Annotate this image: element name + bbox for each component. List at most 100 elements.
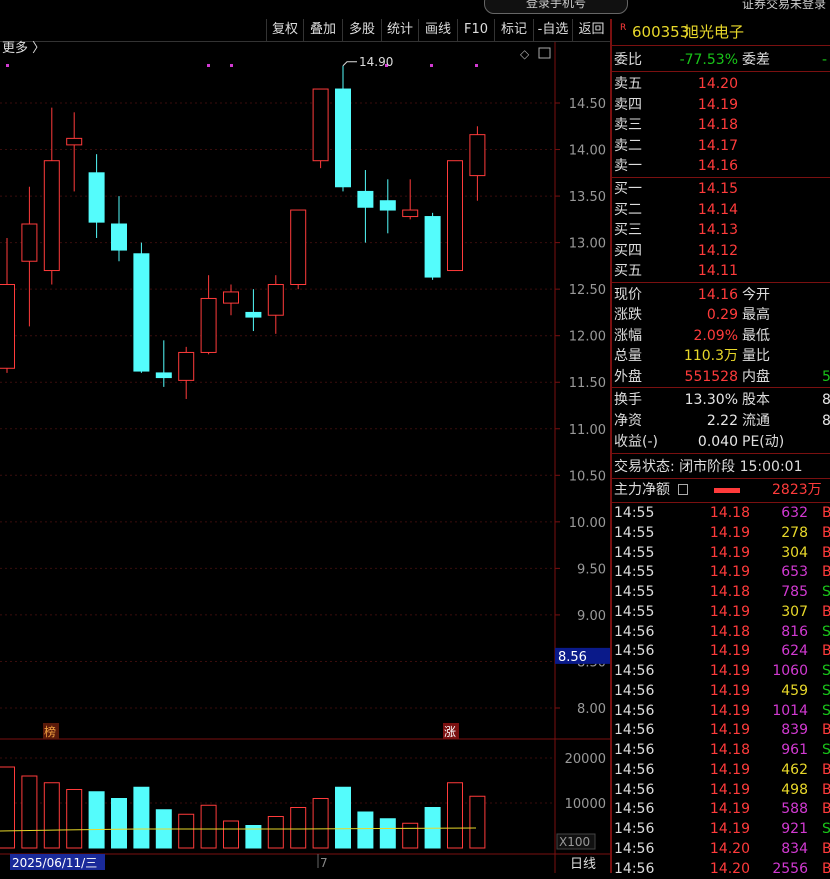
tick-price: 14.19 <box>698 702 750 722</box>
separator <box>612 45 830 46</box>
stat-row: 涨跌0.29最高 <box>612 305 830 325</box>
stat-row: 总量110.3万量比 <box>612 346 830 366</box>
candle-body <box>470 135 485 176</box>
candle-body <box>156 373 171 378</box>
tick-volume: 307 <box>760 603 808 623</box>
draw-line-button[interactable]: 画线 <box>418 19 457 41</box>
tick-side: B <box>822 840 830 860</box>
tick-side: S <box>822 623 830 643</box>
period-daily-button[interactable]: 日线 <box>570 857 596 872</box>
mark-button[interactable]: 标记 <box>494 19 533 41</box>
r-flag: R <box>620 17 626 39</box>
tick-volume: 839 <box>760 721 808 741</box>
volume-bar <box>179 814 194 848</box>
ask-level-price: 14.18 <box>698 115 738 135</box>
tick-time: 14:56 <box>614 820 654 840</box>
ask-level-label: 卖二 <box>614 136 642 156</box>
volume-bar <box>0 767 15 848</box>
stat-value: 0.040 <box>698 432 738 452</box>
tick-volume: 816 <box>760 623 808 643</box>
tick-price: 14.19 <box>698 820 750 840</box>
tick-row: 14:5614.19462B <box>612 761 830 781</box>
bid-level-row: 买四14.12 <box>612 241 830 261</box>
separator <box>612 71 830 72</box>
tick-time: 14:56 <box>614 860 654 879</box>
stat-value: 2.09% <box>694 326 738 346</box>
tick-side: B <box>822 524 830 544</box>
tick-side: S <box>822 583 830 603</box>
tick-time: 14:55 <box>614 563 654 583</box>
stat-row: 换手13.30%股本8 <box>612 390 830 410</box>
f10-button[interactable]: F10 <box>457 19 494 41</box>
stat-label: 现价 <box>614 285 642 305</box>
bid-level-price: 14.11 <box>698 261 738 281</box>
ask-level-row: 卖五14.20 <box>612 74 830 94</box>
flow-bar <box>714 488 740 493</box>
price-tick-label: 12.50 <box>569 283 606 298</box>
kline-chart-svg[interactable]: 14.5014.0013.5013.0012.5012.0011.5011.00… <box>0 42 610 873</box>
volume-bar <box>224 821 239 848</box>
volume-unit-label: X100 <box>559 835 590 849</box>
stat-label-2: 今开 <box>742 285 770 305</box>
window-icon[interactable] <box>539 48 550 58</box>
candle-body <box>246 312 261 317</box>
top-bar: 登录手机号 证券交易未登录 <box>0 0 830 18</box>
candle-body <box>425 217 440 277</box>
stat-label: 总量 <box>614 346 642 366</box>
tick-side: S <box>822 702 830 722</box>
tick-row: 14:5514.19307B <box>612 603 830 623</box>
fuquan-button[interactable]: 复权 <box>266 19 303 41</box>
remove-watchlist-button[interactable]: -自选 <box>533 19 572 41</box>
tick-row: 14:5514.19304B <box>612 544 830 564</box>
tick-price: 14.20 <box>698 840 750 860</box>
overlay-button[interactable]: 叠加 <box>303 19 342 41</box>
stat-label-2: 最高 <box>742 305 770 325</box>
price-tick-label: 8.00 <box>577 702 606 717</box>
statistics-button[interactable]: 统计 <box>381 19 418 41</box>
trade-status-row: 交易状态: 闭市阶段 15:00:01 <box>612 457 830 477</box>
kline-chart[interactable]: 14.5014.0013.5013.0012.5012.0011.5011.00… <box>0 42 610 873</box>
candle-body <box>403 210 418 217</box>
bid-level-label: 买三 <box>614 220 642 240</box>
stock-header[interactable]: R 600353 旭光电子 <box>612 21 830 43</box>
calculator-icon[interactable] <box>678 484 688 495</box>
tick-price: 14.19 <box>698 761 750 781</box>
tick-time: 14:56 <box>614 702 654 722</box>
volume-bar <box>89 792 104 848</box>
main-flow-row[interactable]: 主力净额 2823万 <box>612 480 830 500</box>
diamond-icon[interactable]: ◇ <box>520 47 530 61</box>
stat-label: 外盘 <box>614 367 642 387</box>
bid-level-row: 买二14.14 <box>612 200 830 220</box>
stat-row: 收益(-)0.040PE(动) <box>612 432 830 452</box>
stat-row: 外盘551528内盘55 <box>612 367 830 387</box>
candle-body <box>179 352 194 380</box>
ask-level-label: 卖一 <box>614 156 642 176</box>
volume-bar <box>22 776 37 848</box>
date-tick-label: 7 <box>320 856 328 870</box>
ask-level-row: 卖一14.16 <box>612 156 830 176</box>
tick-volume: 304 <box>760 544 808 564</box>
last-price-label: 8.56 <box>558 650 587 665</box>
price-tick-label: 11.00 <box>569 423 606 438</box>
stat-value: 13.30% <box>685 390 738 410</box>
bid-level-row: 买三14.13 <box>612 220 830 240</box>
account-status: 证券交易未登录 <box>742 0 826 12</box>
multi-stock-button[interactable]: 多股 <box>342 19 381 41</box>
back-button[interactable]: 返回 <box>572 19 610 41</box>
tick-time: 14:55 <box>614 603 654 623</box>
rank-badge-label: 榜 <box>44 724 56 739</box>
separator <box>612 387 830 388</box>
tick-row: 14:5614.18961S <box>612 741 830 761</box>
candle-body <box>0 285 15 369</box>
tick-price: 14.19 <box>698 603 750 623</box>
ask-level-label: 卖四 <box>614 95 642 115</box>
tick-price: 14.19 <box>698 524 750 544</box>
candle-body <box>268 285 283 316</box>
tick-row: 14:5614.191014S <box>612 702 830 722</box>
order-ratio-row: 委比 -77.53% 委差 - <box>612 50 830 70</box>
main-flow-label: 主力净额 <box>614 480 670 500</box>
login-phone-button[interactable]: 登录手机号 <box>484 0 628 14</box>
candle-body <box>448 161 463 271</box>
stat-label: 收益(-) <box>614 432 658 452</box>
stat-label: 净资 <box>614 411 642 431</box>
